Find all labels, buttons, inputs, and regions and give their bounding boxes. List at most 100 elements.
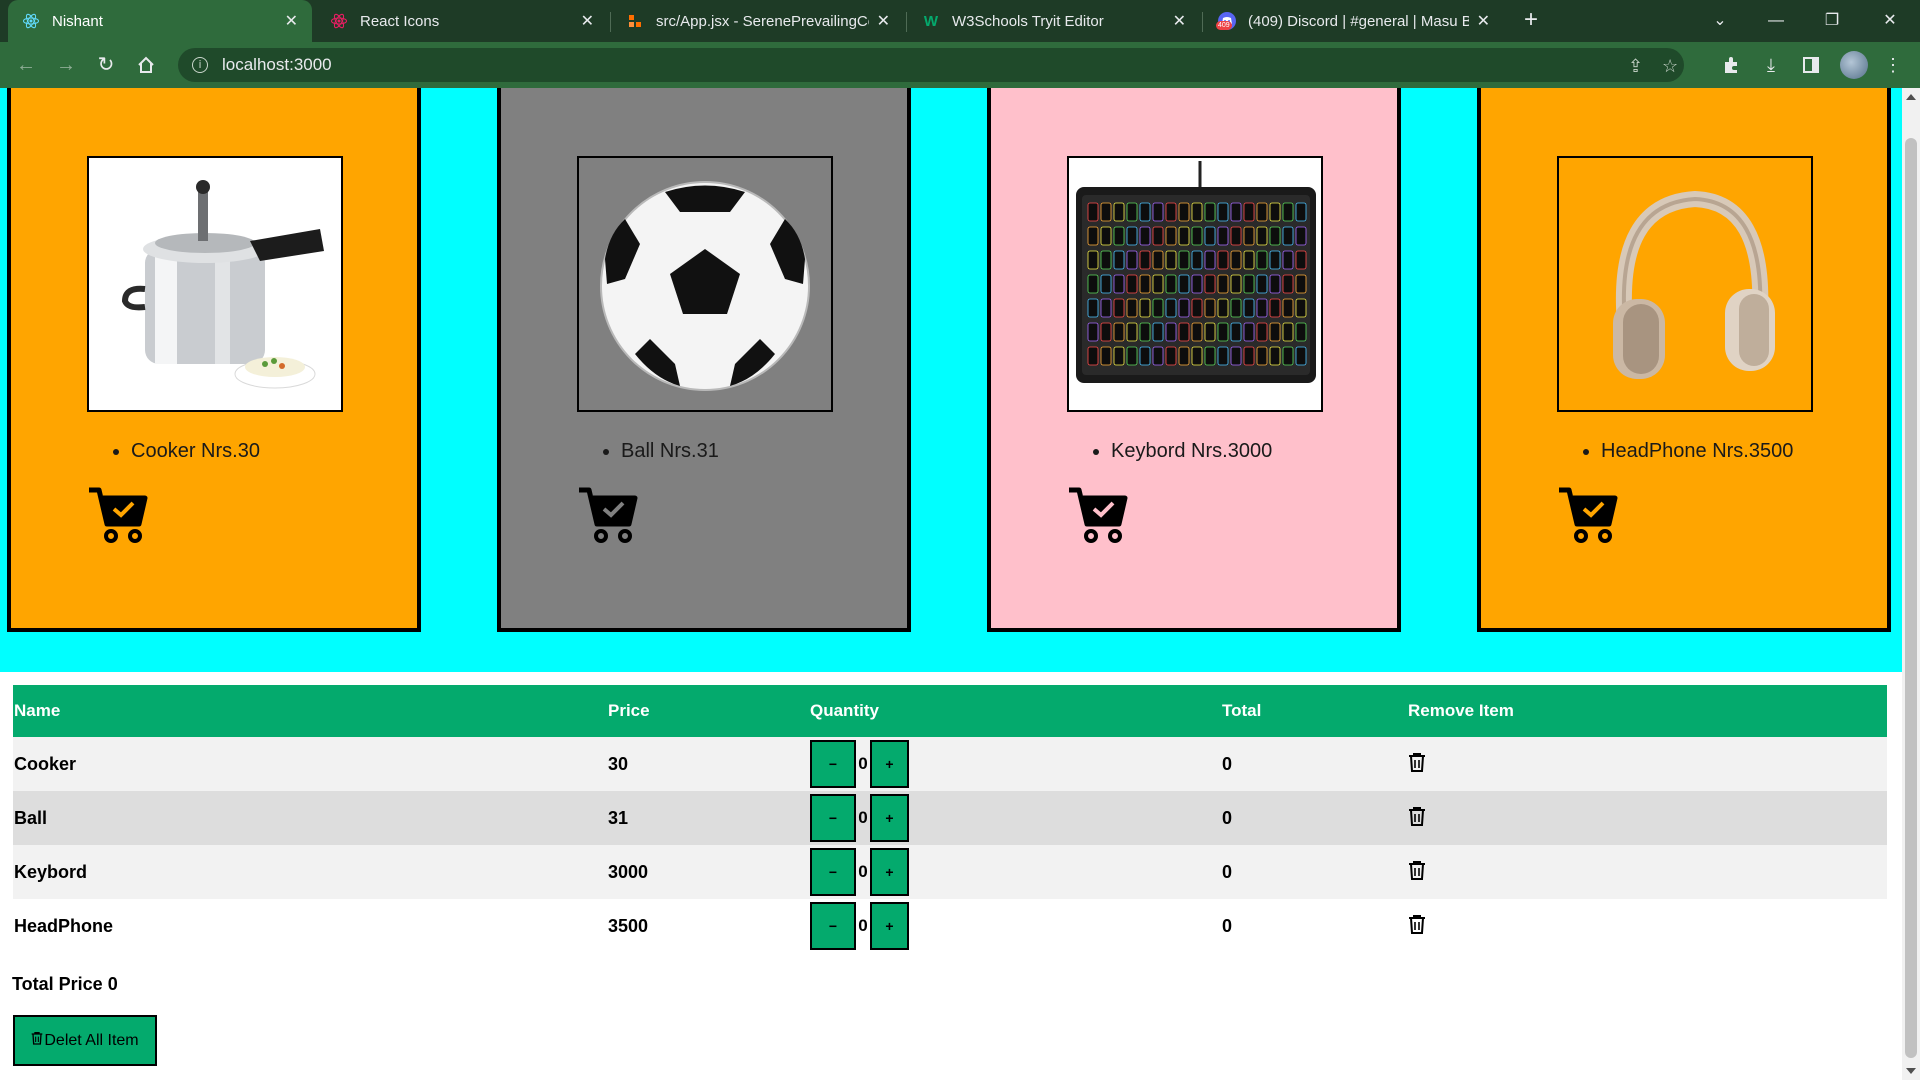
url-text: localhost:3000: [222, 55, 332, 74]
tab-title: (409) Discord | #general | Masu B: [1248, 12, 1469, 30]
product-info-list: Cooker Nrs.30: [91, 440, 260, 463]
star-icon[interactable]: ☆: [1662, 56, 1678, 77]
row-price: 3000: [608, 861, 649, 882]
increase-quantity-button[interactable]: +: [870, 848, 909, 896]
row-total: 0: [1222, 915, 1233, 936]
trash-icon[interactable]: [1408, 806, 1426, 826]
decrease-quantity-button[interactable]: −: [810, 740, 856, 788]
browser-toolbar: ← → ↻ i localhost:3000 ⇪ ☆ ⤓ ⋮: [0, 42, 1920, 88]
product-info-list: HeadPhone Nrs.3500: [1561, 440, 1793, 463]
download-icon[interactable]: ⤓: [1758, 52, 1784, 78]
product-section: Cooker Nrs.30 Ball: [0, 88, 1902, 672]
profile-avatar[interactable]: [1840, 51, 1868, 79]
trash-icon[interactable]: [1408, 752, 1426, 772]
row-name: Keybord: [14, 861, 88, 882]
close-icon[interactable]: ✕: [285, 11, 298, 31]
quantity-value: 0: [858, 754, 868, 773]
header-remove-item: Remove Item: [1408, 701, 1514, 720]
extensions-icon[interactable]: [1718, 52, 1744, 78]
increase-quantity-button[interactable]: +: [870, 740, 909, 788]
discord-badge: 409: [1216, 21, 1232, 30]
reload-icon[interactable]: ↻: [92, 51, 120, 79]
forward-icon[interactable]: →: [52, 51, 80, 79]
restore-icon[interactable]: ❐: [1812, 6, 1852, 36]
window-close-icon[interactable]: ✕: [1870, 6, 1910, 36]
add-to-cart-icon[interactable]: [1067, 484, 1129, 546]
minimize-icon[interactable]: —: [1756, 6, 1796, 36]
product-card-ball: Ball Nrs.31: [497, 88, 911, 632]
trash-icon[interactable]: [1408, 860, 1426, 880]
tab-title: W3Schools Tryit Editor: [952, 12, 1104, 30]
tab-title: src/App.jsx - SerenePrevailingCer: [656, 12, 869, 30]
table-header-row: Name Price Quantity Total Remove Item: [13, 685, 1887, 737]
close-icon[interactable]: ✕: [877, 11, 890, 31]
row-total: 0: [1222, 861, 1233, 882]
scroll-up-icon[interactable]: [1906, 94, 1916, 100]
row-price: 3500: [608, 915, 649, 936]
new-tab-button[interactable]: +: [1518, 8, 1544, 34]
add-to-cart-icon[interactable]: [577, 484, 639, 546]
decrease-quantity-button[interactable]: −: [810, 848, 856, 896]
total-price: Total Price 0: [12, 974, 118, 994]
product-label: Ball Nrs.31: [621, 440, 719, 463]
close-icon[interactable]: ✕: [1173, 11, 1186, 31]
product-image-ball: [577, 156, 833, 412]
menu-icon[interactable]: ⋮: [1880, 52, 1906, 78]
decrease-quantity-button[interactable]: −: [810, 794, 856, 842]
tab-discord[interactable]: 409 (409) Discord | #general | Masu B ✕: [1204, 0, 1504, 42]
close-icon[interactable]: ✕: [1477, 11, 1490, 31]
increase-quantity-button[interactable]: +: [870, 794, 909, 842]
row-remove: [1407, 791, 1887, 845]
product-info-list: Ball Nrs.31: [581, 440, 719, 463]
discord-icon: 409: [1216, 12, 1236, 30]
product-card-cooker: Cooker Nrs.30: [7, 88, 421, 632]
product-card-headphone: HeadPhone Nrs.3500: [1477, 88, 1891, 632]
tab-title: Nishant: [52, 12, 103, 30]
row-remove: [1407, 737, 1887, 791]
site-info-icon[interactable]: i: [192, 57, 208, 73]
tab-app-jsx[interactable]: src/App.jsx - SerenePrevailingCer ✕: [612, 0, 904, 42]
address-bar[interactable]: i localhost:3000 ⇪ ☆: [178, 48, 1684, 82]
share-icon[interactable]: ⇪: [1628, 56, 1643, 77]
scroll-down-icon[interactable]: [1906, 1068, 1916, 1074]
tab-react-icons[interactable]: React Icons ✕: [316, 0, 608, 42]
product-label: Keybord Nrs.3000: [1111, 440, 1272, 463]
decrease-quantity-button[interactable]: −: [810, 902, 856, 950]
cart-table: Name Price Quantity Total Remove Item Co…: [13, 685, 1887, 953]
row-quantity: − 0 +: [809, 845, 1221, 899]
header-total: Total: [1222, 701, 1262, 720]
row-quantity: − 0 +: [809, 791, 1221, 845]
close-icon[interactable]: ✕: [581, 11, 594, 31]
product-label: Cooker Nrs.30: [131, 440, 260, 463]
increase-quantity-button[interactable]: +: [870, 902, 909, 950]
row-name: HeadPhone: [14, 915, 114, 936]
header-quantity: Quantity: [810, 701, 879, 720]
row-remove: [1407, 845, 1887, 899]
row-remove: [1407, 899, 1887, 953]
delete-all-button[interactable]: Delet All Item: [13, 1015, 157, 1066]
row-price: 31: [608, 807, 629, 828]
trash-icon[interactable]: [1408, 914, 1426, 934]
page-scrollbar[interactable]: [1902, 88, 1920, 1080]
page-viewport: Cooker Nrs.30 Ball: [0, 88, 1902, 1080]
scrollbar-thumb[interactable]: [1905, 138, 1917, 1058]
row-name: Cooker: [14, 753, 77, 774]
row-name: Ball: [14, 807, 48, 828]
tab-divider: [610, 12, 611, 32]
table-row: Keybord 3000 − 0 + 0: [13, 845, 1887, 899]
quantity-value: 0: [858, 862, 868, 881]
w3schools-icon: W: [923, 12, 939, 30]
row-total: 0: [1222, 753, 1233, 774]
add-to-cart-icon[interactable]: [1557, 484, 1619, 546]
tab-nishant[interactable]: Nishant ✕: [8, 0, 312, 42]
side-panel-icon[interactable]: [1798, 52, 1824, 78]
add-to-cart-icon[interactable]: [87, 484, 149, 546]
row-price: 30: [608, 753, 629, 774]
back-icon[interactable]: ←: [12, 51, 40, 79]
header-price: Price: [608, 701, 650, 720]
tab-search-icon[interactable]: ⌄: [1700, 6, 1740, 36]
home-icon[interactable]: [132, 51, 160, 79]
tab-w3schools[interactable]: W W3Schools Tryit Editor ✕: [908, 0, 1200, 42]
react-icon: [22, 12, 40, 30]
row-quantity: − 0 +: [809, 737, 1221, 791]
